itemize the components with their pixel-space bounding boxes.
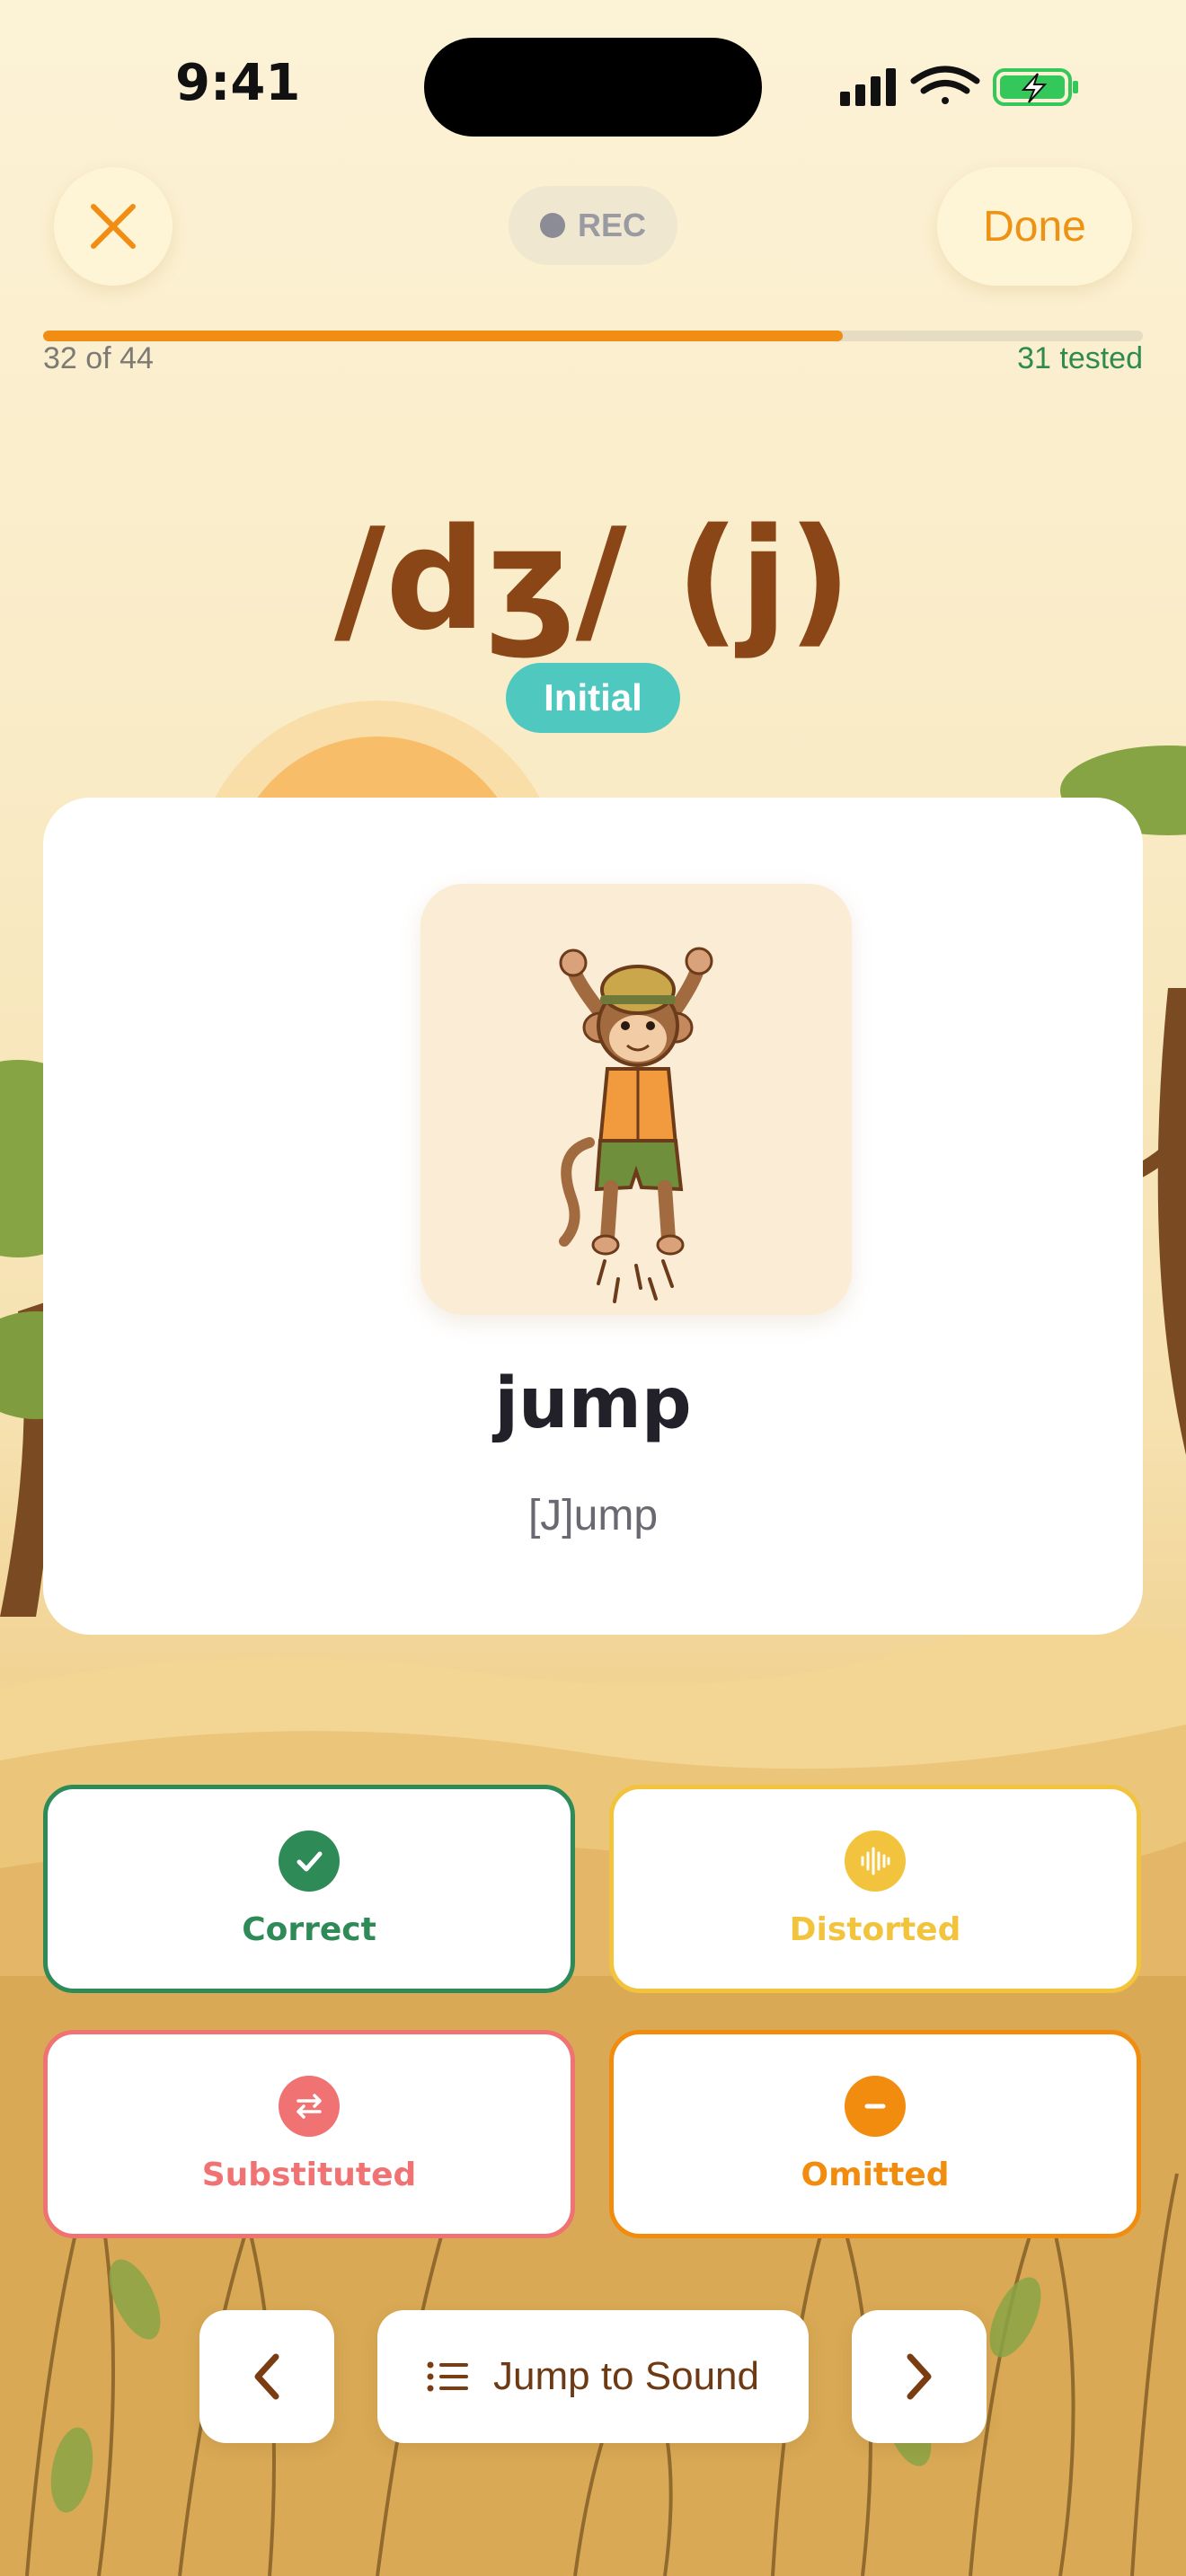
record-dot-icon — [539, 213, 565, 238]
omitted-button[interactable]: Omitted — [609, 2030, 1141, 2238]
close-x-icon — [91, 204, 136, 249]
waveform-icon — [845, 1830, 906, 1892]
tested-count: 31 tested — [1017, 341, 1143, 375]
target-sound: /dʒ/ (j) — [334, 498, 852, 661]
done-button[interactable]: Done — [937, 167, 1132, 286]
sound-position-badge: Initial — [506, 663, 680, 733]
word-image — [420, 884, 852, 1315]
recording-indicator[interactable]: REC — [509, 186, 677, 265]
dynamic-island — [424, 38, 762, 137]
substituted-button[interactable]: Substituted — [43, 2030, 575, 2238]
jump-to-sound-button[interactable]: Jump to Sound — [377, 2310, 809, 2443]
close-button[interactable] — [54, 167, 173, 286]
omitted-label: Omitted — [801, 2156, 950, 2193]
substituted-label: Substituted — [201, 2156, 417, 2193]
next-button[interactable] — [852, 2310, 987, 2443]
chevron-right-icon — [907, 2353, 932, 2400]
battery-charging-icon — [993, 68, 1078, 106]
progress-bar — [43, 331, 1143, 341]
word-transcription: [J]ump — [527, 1492, 659, 1539]
previous-button[interactable] — [199, 2310, 334, 2443]
rec-label: REC — [577, 207, 646, 243]
status-time: 9:41 — [175, 54, 301, 112]
status-icons — [840, 66, 1078, 106]
distorted-label: Distorted — [789, 1910, 961, 1948]
correct-button[interactable]: Correct — [43, 1785, 575, 1993]
jump-to-sound-label: Jump to Sound — [493, 2354, 759, 2398]
correct-label: Correct — [242, 1910, 376, 1948]
progress-fill — [43, 331, 843, 341]
chevron-left-icon — [254, 2353, 279, 2400]
target-word: jump — [494, 1363, 692, 1444]
monkey-jumping-illustration — [559, 947, 713, 1303]
checkmark-icon — [279, 1830, 340, 1892]
swap-arrows-icon — [279, 2075, 340, 2137]
assessment-screen: 9:41 REC Done 32 of 44 31 tested /dʒ/ (j… — [0, 0, 1186, 2576]
cellular-signal-icon — [840, 68, 896, 106]
list-icon — [427, 2361, 469, 2392]
distorted-button[interactable]: Distorted — [609, 1785, 1141, 1993]
progress-position: 32 of 44 — [43, 341, 154, 375]
wifi-icon — [910, 66, 980, 104]
minus-icon — [845, 2075, 906, 2137]
word-card: jump [J]ump — [43, 798, 1143, 1635]
